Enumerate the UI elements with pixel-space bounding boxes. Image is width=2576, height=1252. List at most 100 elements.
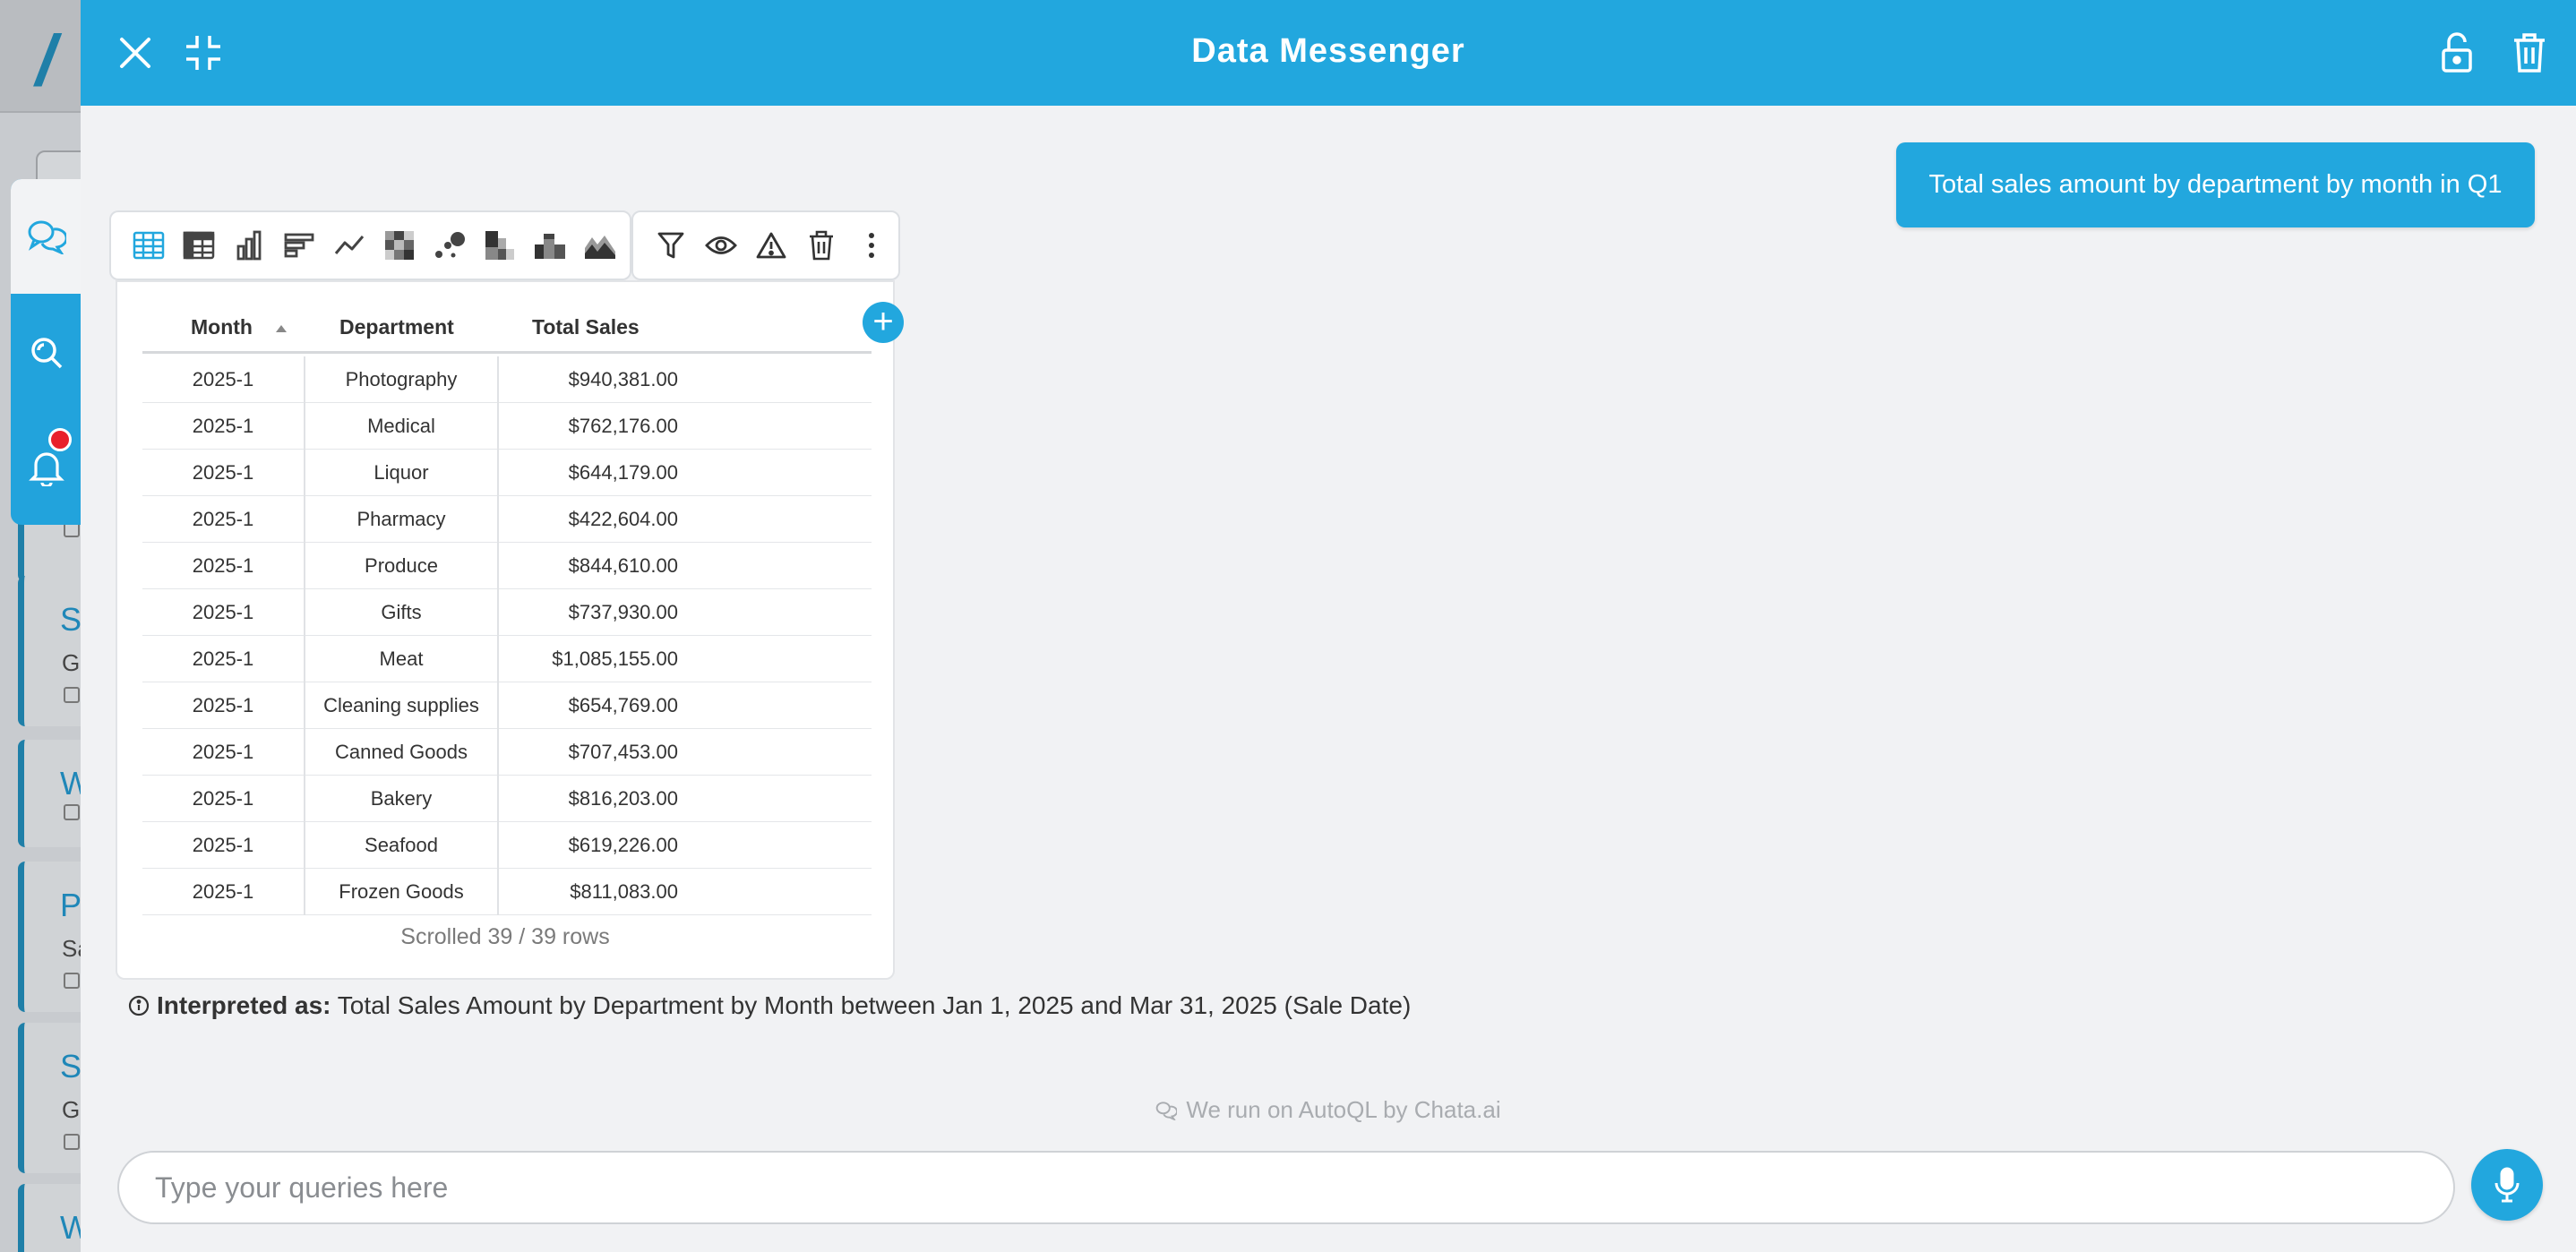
table-row[interactable]: 2025-1 Produce $844,610.00 (142, 543, 872, 589)
cell-month[interactable]: 2025-1 (142, 776, 305, 822)
report-problem-button[interactable] (746, 220, 796, 270)
cell-month[interactable]: 2025-1 (142, 450, 305, 496)
cell-month[interactable]: 2025-1 (142, 496, 305, 543)
microphone-icon (2494, 1167, 2520, 1203)
cell-total-sales[interactable]: $422,604.00 (499, 496, 678, 543)
cell-department[interactable]: Bakery (305, 776, 499, 822)
chat-bubbles-icon (28, 220, 66, 254)
pivot-table-icon[interactable] (174, 220, 224, 270)
cell-total-sales[interactable]: $940,381.00 (499, 356, 678, 403)
cell-department[interactable]: Gifts (305, 589, 499, 636)
cell-department[interactable]: Seafood (305, 822, 499, 869)
cell-total-sales[interactable]: $737,930.00 (499, 589, 678, 636)
trash-icon (810, 230, 833, 261)
cell-month[interactable]: 2025-1 (142, 822, 305, 869)
bar-chart-icon[interactable] (274, 220, 324, 270)
side-tabs (11, 179, 82, 525)
stacked-area-icon[interactable] (575, 220, 625, 270)
cell-month[interactable]: 2025-1 (142, 403, 305, 450)
cell-total-sales[interactable]: $811,083.00 (499, 869, 678, 915)
cell-total-sales[interactable]: $816,203.00 (499, 776, 678, 822)
cell-month[interactable]: 2025-1 (142, 636, 305, 682)
table-row[interactable]: 2025-1 Seafood $619,226.00 (142, 822, 872, 869)
table-row[interactable]: 2025-1 Cleaning supplies $654,769.00 (142, 682, 872, 729)
table-row[interactable]: 2025-1 Gifts $737,930.00 (142, 589, 872, 636)
delete-response-button[interactable] (796, 220, 846, 270)
voice-input-button[interactable] (2471, 1149, 2543, 1221)
cell-department[interactable]: Liquor (305, 450, 499, 496)
cell-total-sales[interactable]: $619,226.00 (499, 822, 678, 869)
table-row[interactable]: 2025-1 Pharmacy $422,604.00 (142, 496, 872, 543)
cell-month[interactable]: 2025-1 (142, 543, 305, 589)
bubble-chart-icon[interactable] (425, 220, 475, 270)
background-card: P Sa (18, 862, 90, 1012)
table-header: Month Department Total Sales (142, 300, 872, 354)
calendar-icon (64, 804, 80, 820)
cell-total-sales[interactable]: $844,610.00 (499, 543, 678, 589)
table-row[interactable]: 2025-1 Liquor $644,179.00 (142, 450, 872, 496)
heatmap-icon[interactable] (374, 220, 425, 270)
interpretation: Interpreted as: Total Sales Amount by De… (128, 991, 1411, 1020)
plus-icon: + (872, 302, 894, 341)
table-row[interactable]: 2025-1 Frozen Goods $811,083.00 (142, 869, 872, 915)
table-row[interactable]: 2025-1 Medical $762,176.00 (142, 403, 872, 450)
column-header-total-sales[interactable]: Total Sales (532, 300, 640, 354)
show-hide-columns-button[interactable] (696, 220, 746, 270)
cell-department[interactable]: Photography (305, 356, 499, 403)
cell-total-sales[interactable]: $707,453.00 (499, 729, 678, 776)
cell-month[interactable]: 2025-1 (142, 869, 305, 915)
lock-button[interactable] (2429, 25, 2485, 81)
stacked-column-icon[interactable] (475, 220, 525, 270)
tab-explore-queries[interactable] (11, 296, 82, 410)
eye-icon (705, 236, 737, 254)
table-icon[interactable] (124, 220, 174, 270)
background-card: S Gi (18, 576, 90, 726)
cell-department[interactable]: Produce (305, 543, 499, 589)
column-header-department[interactable]: Department (339, 300, 454, 354)
drawer-header: Data Messenger (81, 0, 2576, 106)
background-card-title: S (60, 601, 82, 638)
filter-button[interactable] (646, 220, 696, 270)
cell-month[interactable]: 2025-1 (142, 356, 305, 403)
interpretation-label: Interpreted as: (157, 991, 331, 1019)
background-logo: / (36, 21, 56, 100)
cell-month[interactable]: 2025-1 (142, 682, 305, 729)
cell-month[interactable]: 2025-1 (142, 729, 305, 776)
cell-department[interactable]: Frozen Goods (305, 869, 499, 915)
cell-department[interactable]: Canned Goods (305, 729, 499, 776)
column-chart-icon[interactable] (224, 220, 274, 270)
add-column-button[interactable]: + (863, 302, 904, 343)
more-options-button[interactable] (846, 220, 897, 270)
background-header: / (0, 0, 90, 113)
tab-notifications[interactable] (11, 410, 82, 525)
user-message-bubble: Total sales amount by department by mont… (1896, 142, 2535, 227)
notification-badge (48, 428, 72, 451)
drawer-title: Data Messenger (1191, 32, 1465, 70)
query-input[interactable] (117, 1151, 2455, 1224)
table-row[interactable]: 2025-1 Meat $1,085,155.00 (142, 636, 872, 682)
cell-total-sales[interactable]: $654,769.00 (499, 682, 678, 729)
warning-icon (756, 232, 786, 259)
stacked-bar-icon[interactable] (525, 220, 575, 270)
column-header-label: Month (191, 315, 253, 339)
cell-department[interactable]: Medical (305, 403, 499, 450)
cell-department[interactable]: Pharmacy (305, 496, 499, 543)
cell-total-sales[interactable]: $762,176.00 (499, 403, 678, 450)
column-header-month[interactable]: Month (191, 300, 288, 354)
cell-department[interactable]: Meat (305, 636, 499, 682)
table-row[interactable]: 2025-1 Canned Goods $707,453.00 (142, 729, 872, 776)
line-chart-icon[interactable] (324, 220, 374, 270)
powered-by-text[interactable]: We run on AutoQL by Chata.ai (1186, 1096, 1500, 1124)
action-toolbar (631, 210, 900, 280)
tab-data-messenger[interactable] (11, 179, 82, 294)
response-table-card: Month Department Total Sales 2025-1 Photo… (116, 280, 895, 980)
clear-chat-button[interactable] (2502, 25, 2557, 81)
background-card: W (18, 740, 90, 847)
calendar-icon (64, 1134, 80, 1150)
cell-department[interactable]: Cleaning supplies (305, 682, 499, 729)
cell-total-sales[interactable]: $644,179.00 (499, 450, 678, 496)
table-row[interactable]: 2025-1 Photography $940,381.00 (142, 356, 872, 403)
cell-total-sales[interactable]: $1,085,155.00 (499, 636, 678, 682)
cell-month[interactable]: 2025-1 (142, 589, 305, 636)
table-row[interactable]: 2025-1 Bakery $816,203.00 (142, 776, 872, 822)
